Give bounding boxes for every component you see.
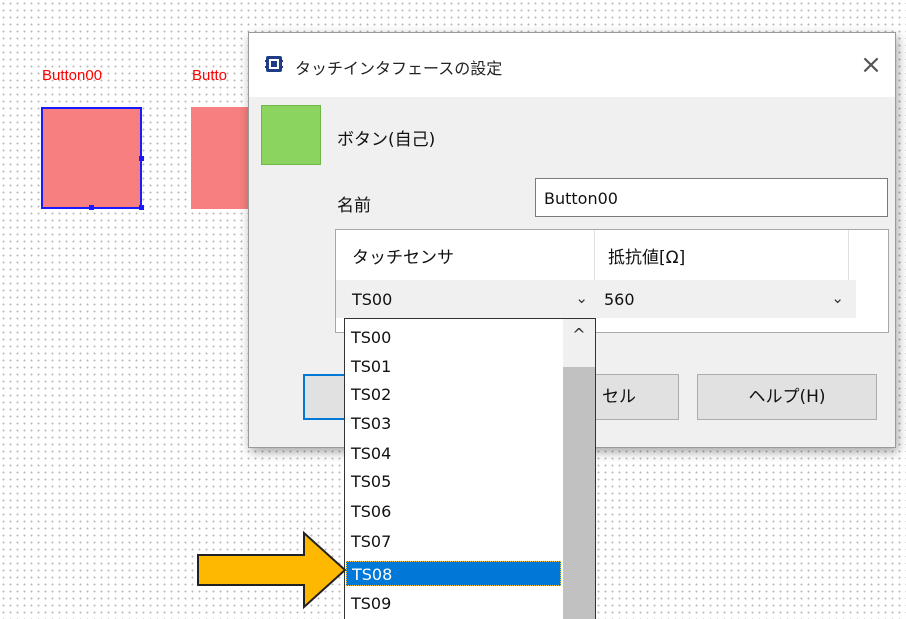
app-chip-icon <box>265 56 283 72</box>
button00-canvas-label: Button00 <box>42 67 103 84</box>
dropdown-item-ts01[interactable]: TS01 <box>346 354 561 379</box>
button00-canvas-object[interactable] <box>41 107 142 209</box>
scroll-up-icon[interactable]: ^ <box>563 325 595 353</box>
dialog-titlebar: タッチインタフェースの設定 × <box>249 33 895 97</box>
button-type-label: ボタン(自己) <box>337 130 436 150</box>
dialog-title: タッチインタフェースの設定 <box>295 59 503 78</box>
resize-handle-bottom[interactable] <box>89 205 94 210</box>
dropdown-item-ts06[interactable]: TS06 <box>346 499 561 524</box>
scroll-thumb[interactable] <box>563 367 595 619</box>
yellow-pointer-arrow-icon <box>197 530 347 610</box>
resize-handle-corner[interactable] <box>139 205 144 210</box>
touch-sensor-value: TS00 <box>352 290 393 309</box>
touch-sensor-dropdown-list[interactable]: TS00 TS01 TS02 TS03 TS04 TS05 TS06 TS07 … <box>344 318 596 619</box>
chevron-down-icon[interactable]: ⌄ <box>831 289 844 307</box>
dropdown-item-ts08-selected[interactable]: TS08 <box>346 561 561 586</box>
column-divider <box>594 230 595 282</box>
touch-sensor-header: タッチセンサ <box>352 248 454 268</box>
name-label: 名前 <box>337 196 371 216</box>
resistance-value: 560 <box>604 290 635 309</box>
dropdown-item-ts03[interactable]: TS03 <box>346 411 561 436</box>
dropdown-item-ts00[interactable]: TS00 <box>346 325 561 350</box>
dropdown-scrollbar[interactable]: ^ <box>563 319 595 619</box>
button01-canvas-object[interactable] <box>191 107 251 209</box>
dropdown-item-ts07[interactable]: TS07 <box>346 529 561 554</box>
color-swatch[interactable] <box>261 105 321 165</box>
resize-handle-right[interactable] <box>139 156 144 161</box>
close-icon[interactable]: × <box>851 45 891 85</box>
touch-sensor-combo[interactable]: TS00 ⌄ <box>346 280 596 318</box>
dropdown-item-ts02[interactable]: TS02 <box>346 382 561 407</box>
name-field[interactable]: Button00 <box>535 178 888 217</box>
grid-row: TS00 ⌄ 560 ⌄ <box>336 280 856 318</box>
chevron-down-icon[interactable]: ⌄ <box>575 289 588 307</box>
resistance-header: 抵抗値[Ω] <box>608 248 686 268</box>
resistance-combo[interactable]: 560 ⌄ <box>598 280 852 318</box>
button01-canvas-label: Butto <box>192 67 228 84</box>
dropdown-item-ts09[interactable]: TS09 <box>346 591 561 616</box>
dropdown-item-ts05[interactable]: TS05 <box>346 469 561 494</box>
help-button[interactable]: ヘルプ(H) <box>697 374 877 420</box>
dropdown-item-ts04[interactable]: TS04 <box>346 441 561 466</box>
